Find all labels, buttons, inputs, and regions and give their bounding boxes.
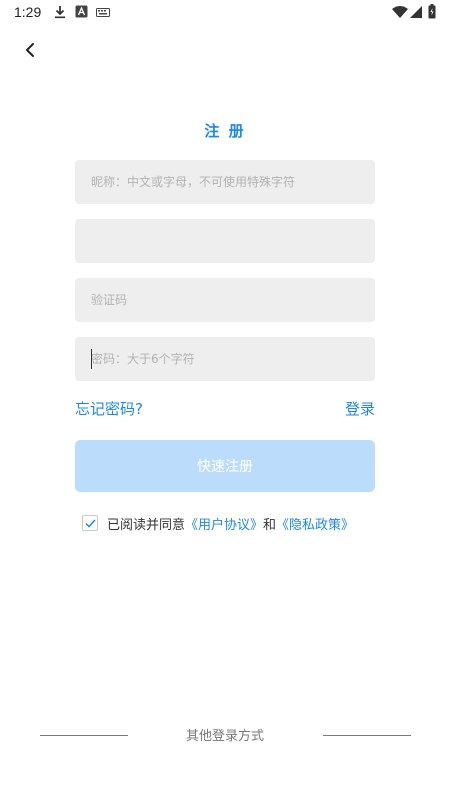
agreement-checkbox[interactable] xyxy=(82,515,98,531)
text-cursor xyxy=(91,349,92,369)
verification-code-input[interactable] xyxy=(75,278,375,322)
wifi-icon xyxy=(392,6,408,20)
agreement-conjunction: 和 xyxy=(263,517,277,533)
signal-icon xyxy=(410,6,422,20)
nickname-field-container xyxy=(75,160,375,204)
keyboard-icon xyxy=(96,8,110,22)
battery-icon xyxy=(428,4,436,19)
code-field-container xyxy=(75,278,375,322)
check-icon xyxy=(84,518,96,528)
quick-register-button[interactable]: 快速注册 xyxy=(75,440,375,492)
phone-field-container xyxy=(75,219,375,263)
back-arrow-icon xyxy=(26,43,34,57)
right-divider xyxy=(323,735,411,736)
login-link[interactable]: 登录 xyxy=(345,398,375,419)
font-a-icon xyxy=(75,5,88,19)
nickname-input[interactable] xyxy=(75,160,375,204)
user-agreement-link[interactable]: 《用户协议》 xyxy=(185,514,263,533)
password-input[interactable] xyxy=(75,337,375,381)
phone-input[interactable] xyxy=(75,219,375,263)
agreement-prefix: 已阅读并同意 xyxy=(107,517,186,533)
other-login-section: 其他登录方式 xyxy=(0,725,450,745)
forgot-password-link[interactable]: 忘记密码? xyxy=(75,398,143,419)
back-button[interactable] xyxy=(16,36,44,64)
agreement-row: 已阅读并同意 《用户协议》 和 《隐私政策》 xyxy=(82,513,354,533)
status-time: 1:29 xyxy=(14,4,42,20)
status-bar: 1:29 xyxy=(0,0,450,26)
download-icon xyxy=(54,5,66,19)
privacy-policy-link[interactable]: 《隐私政策》 xyxy=(276,514,354,533)
page-title: 注 册 xyxy=(204,122,246,140)
register-screen: 1:29 注 册 昵称：中文或字母，不可使用特殊字符 验证码 忘记密码? 登录 … xyxy=(0,0,450,800)
password-field-container xyxy=(75,337,375,381)
